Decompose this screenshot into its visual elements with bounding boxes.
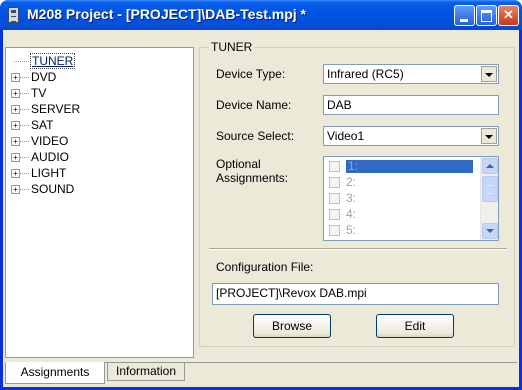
list-item-label: 3: [346,191,357,205]
chevron-down-icon[interactable] [481,66,497,82]
list-item-label: 1: [346,160,473,173]
device-type-label: Device Type: [216,67,286,81]
tree-connector [20,189,29,190]
optional-assignments-label: Optional Assignments: [216,157,288,185]
scroll-up-icon[interactable] [482,158,498,174]
tree-connector [20,141,29,142]
expand-icon[interactable]: + [11,121,20,130]
tree-item-label: AUDIO [31,150,70,164]
expand-icon[interactable]: + [11,105,20,114]
list-item-label: 5: [346,223,357,237]
tree-connector [20,173,29,174]
tree-item-label: SAT [31,118,54,132]
chevron-down-icon[interactable] [481,128,497,144]
device-name-value: DAB [327,98,352,112]
tree-connector [20,109,29,110]
window-title: M208 Project - [PROJECT]\DAB-Test.mpj * [27,6,307,22]
tree-item-label: TUNER [30,53,76,69]
vertical-scrollbar[interactable] [480,157,498,240]
tree-item-label: SERVER [31,102,81,116]
device-name-field[interactable]: DAB [323,95,499,115]
tree-item-label: VIDEO [31,134,69,148]
tree-connector [14,61,29,62]
expand-icon[interactable]: + [11,169,20,178]
tree-item-label: SOUND [31,182,75,196]
config-file-value: [PROJECT]\Revox DAB.mpi [216,286,367,300]
device-type-dropdown[interactable]: Infrared (RC5) [323,64,499,84]
checkbox[interactable] [329,177,340,188]
expand-icon[interactable]: + [11,89,20,98]
title-bar[interactable]: M208 Project - [PROJECT]\DAB-Test.mpj * [0,0,522,30]
optional-label-line2: Assignments: [216,171,289,185]
expand-icon[interactable]: + [11,137,20,146]
tab-strip: Assignments Information [5,362,517,389]
device-type-value: Infrared (RC5) [327,67,404,81]
tree-item-label: DVD [31,70,57,84]
tree-connector [20,125,29,126]
source-select-value: Video1 [327,129,365,143]
divider [209,248,507,250]
list-item-label: 2: [346,175,357,189]
list-item-label: 4: [346,207,357,221]
checkbox[interactable] [329,225,340,236]
tree-item-label: LIGHT [31,166,67,180]
tab-assignments[interactable]: Assignments [5,362,105,384]
config-file-field[interactable]: [PROJECT]\Revox DAB.mpi [212,283,499,305]
checkbox[interactable] [329,209,340,220]
tree-connector [20,157,29,158]
edit-button[interactable]: Edit [376,314,454,338]
minimize-button[interactable] [454,5,475,26]
optional-assignments-list[interactable]: 1: 2: 3: 4: 5: [323,156,499,241]
checkbox[interactable] [329,161,340,172]
expand-icon[interactable]: + [11,185,20,194]
source-select-dropdown[interactable]: Video1 [323,126,499,146]
scroll-thumb[interactable] [482,176,498,202]
maximize-button[interactable] [476,5,497,26]
source-select-label: Source Select: [216,129,295,143]
scroll-down-icon[interactable] [482,223,498,239]
browse-button[interactable]: Browse [253,314,331,338]
tree-connector [20,77,29,78]
device-tree[interactable]: TUNER + DVD + TV + SERVER + SAT + VIDEO … [5,47,194,358]
app-icon[interactable] [8,7,19,23]
device-name-label: Device Name: [216,98,292,112]
optional-label-line1: Optional [216,157,261,171]
group-title: TUNER [209,40,255,54]
expand-icon[interactable]: + [11,73,20,82]
checkbox[interactable] [329,193,340,204]
expand-icon[interactable]: + [11,153,20,162]
config-file-label: Configuration File: [216,260,314,274]
tab-information[interactable]: Information [107,363,185,381]
tree-connector [20,93,29,94]
close-button[interactable] [498,5,519,26]
tree-item-label: TV [31,86,47,100]
